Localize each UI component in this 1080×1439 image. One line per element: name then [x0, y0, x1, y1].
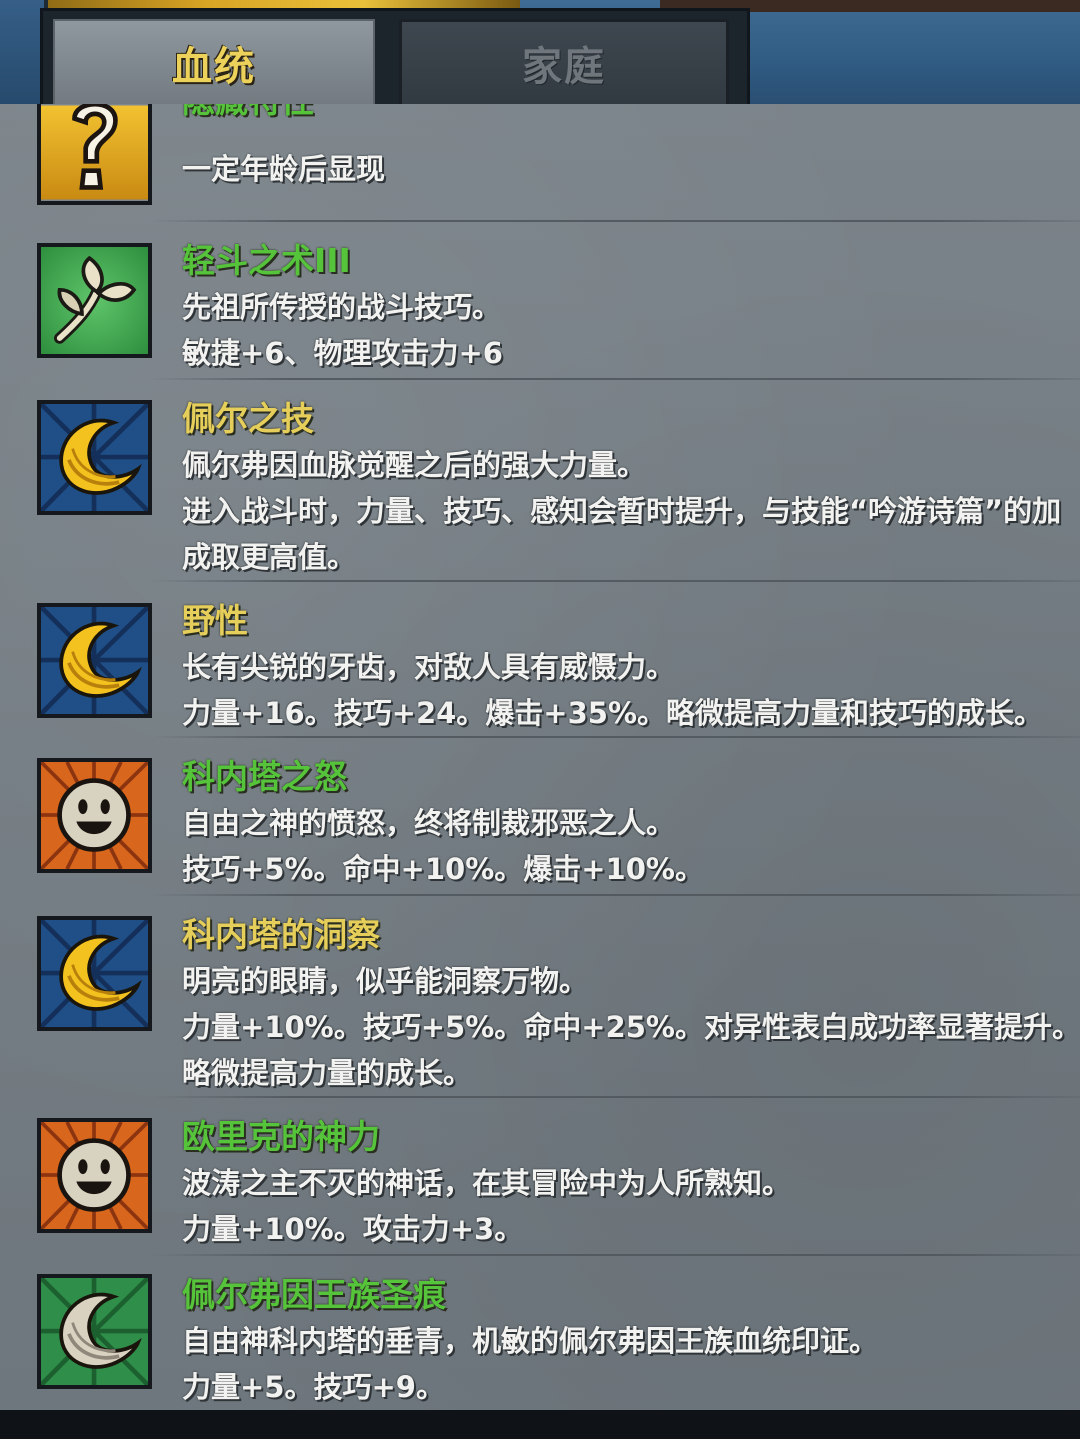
trait-name: 野性	[182, 601, 248, 640]
tab-family[interactable]: 家庭	[399, 19, 729, 107]
trait-description: 一定年龄后显现	[182, 152, 386, 186]
trait-name: 隐藏特性	[182, 104, 1076, 124]
trait-item[interactable]: 欧里克的神力 波涛之主不灭的神话，在其冒险中为人所熟知。 力量+10%。攻击力+…	[0, 1098, 1080, 1256]
trait-effect: 力量+16。技巧+24。爆击+35%。略微提高力量和技巧的成长。	[182, 696, 1044, 730]
trait-item[interactable]: 隐藏特性 一定年龄后显现	[0, 104, 1080, 222]
trait-name: 欧里克的神力	[182, 1117, 380, 1156]
trait-name: 科内塔的洞察	[182, 915, 380, 954]
trait-name: 佩尔之技	[182, 399, 314, 438]
trait-effect: 技巧+5%。命中+10%。爆击+10%。	[182, 852, 704, 886]
bottom-bar	[0, 1410, 1080, 1439]
trait-name: 轻斗之术III	[182, 241, 351, 280]
trait-effect: 成取更高值。	[182, 540, 357, 574]
trait-item[interactable]: 科内塔之怒 自由之神的愤怒，终将制裁邪恶之人。 技巧+5%。命中+10%。爆击+…	[0, 738, 1080, 896]
trait-effect: 力量+10%。技巧+5%。命中+25%。对异性表白成功率显著提升。	[182, 1010, 1080, 1044]
trait-description: 佩尔弗因血脉觉醒之后的强大力量。	[182, 448, 647, 482]
trait-description: 长有尖锐的牙齿，对敌人具有威慑力。	[182, 650, 676, 684]
trait-effect: 力量+5。技巧+9。	[182, 1370, 445, 1404]
trait-effect: 敏捷+6、物理攻击力+6	[182, 336, 503, 370]
question-icon	[37, 104, 152, 205]
trait-list[interactable]: 隐藏特性 一定年龄后显现 轻斗之术II	[0, 104, 1080, 1410]
trait-name: 佩尔弗因王族圣痕	[182, 1275, 446, 1314]
trait-description: 先祖所传授的战斗技巧。	[182, 290, 502, 324]
smiling-face-icon	[37, 758, 152, 873]
tab-bloodline[interactable]: 血统	[53, 19, 375, 107]
trait-description: 明亮的眼睛，似乎能洞察万物。	[182, 964, 589, 998]
trait-item[interactable]: 科内塔的洞察 明亮的眼睛，似乎能洞察万物。 力量+10%。技巧+5%。命中+25…	[0, 896, 1080, 1098]
trait-description: 波涛之主不灭的神话，在其冒险中为人所熟知。	[182, 1166, 792, 1200]
crescent-moon-icon	[37, 916, 152, 1031]
sprout-icon	[37, 243, 152, 358]
smiling-face-icon	[37, 1118, 152, 1233]
trait-effect: 略微提高力量的成长。	[182, 1056, 473, 1090]
trait-item[interactable]: 佩尔之技 佩尔弗因血脉觉醒之后的强大力量。 进入战斗时，力量、技巧、感知会暂时提…	[0, 380, 1080, 582]
crescent-moon-icon	[37, 603, 152, 718]
crescent-moon-icon	[37, 400, 152, 515]
trait-item[interactable]: 轻斗之术III 先祖所传授的战斗技巧。 敏捷+6、物理攻击力+6	[0, 222, 1080, 380]
trait-effect: 进入战斗时，力量、技巧、感知会暂时提升，与技能“吟游诗篇”的加	[182, 494, 1062, 528]
trait-effect: 力量+10%。攻击力+3。	[182, 1212, 524, 1246]
trait-item[interactable]: 野性 长有尖锐的牙齿，对敌人具有威慑力。 力量+16。技巧+24。爆击+35%。…	[0, 582, 1080, 738]
trait-item[interactable]: 佩尔弗因王族圣痕 自由神科内塔的垂青，机敏的佩尔弗因王族血统印证。 力量+5。技…	[0, 1256, 1080, 1410]
tab-bar: 血统 家庭	[40, 8, 750, 108]
trait-description: 自由之神的愤怒，终将制裁邪恶之人。	[182, 806, 676, 840]
trait-name: 科内塔之怒	[182, 757, 347, 796]
trait-description: 自由神科内塔的垂青，机敏的佩尔弗因王族血统印证。	[182, 1324, 879, 1358]
silver-crescent-icon	[37, 1274, 152, 1389]
